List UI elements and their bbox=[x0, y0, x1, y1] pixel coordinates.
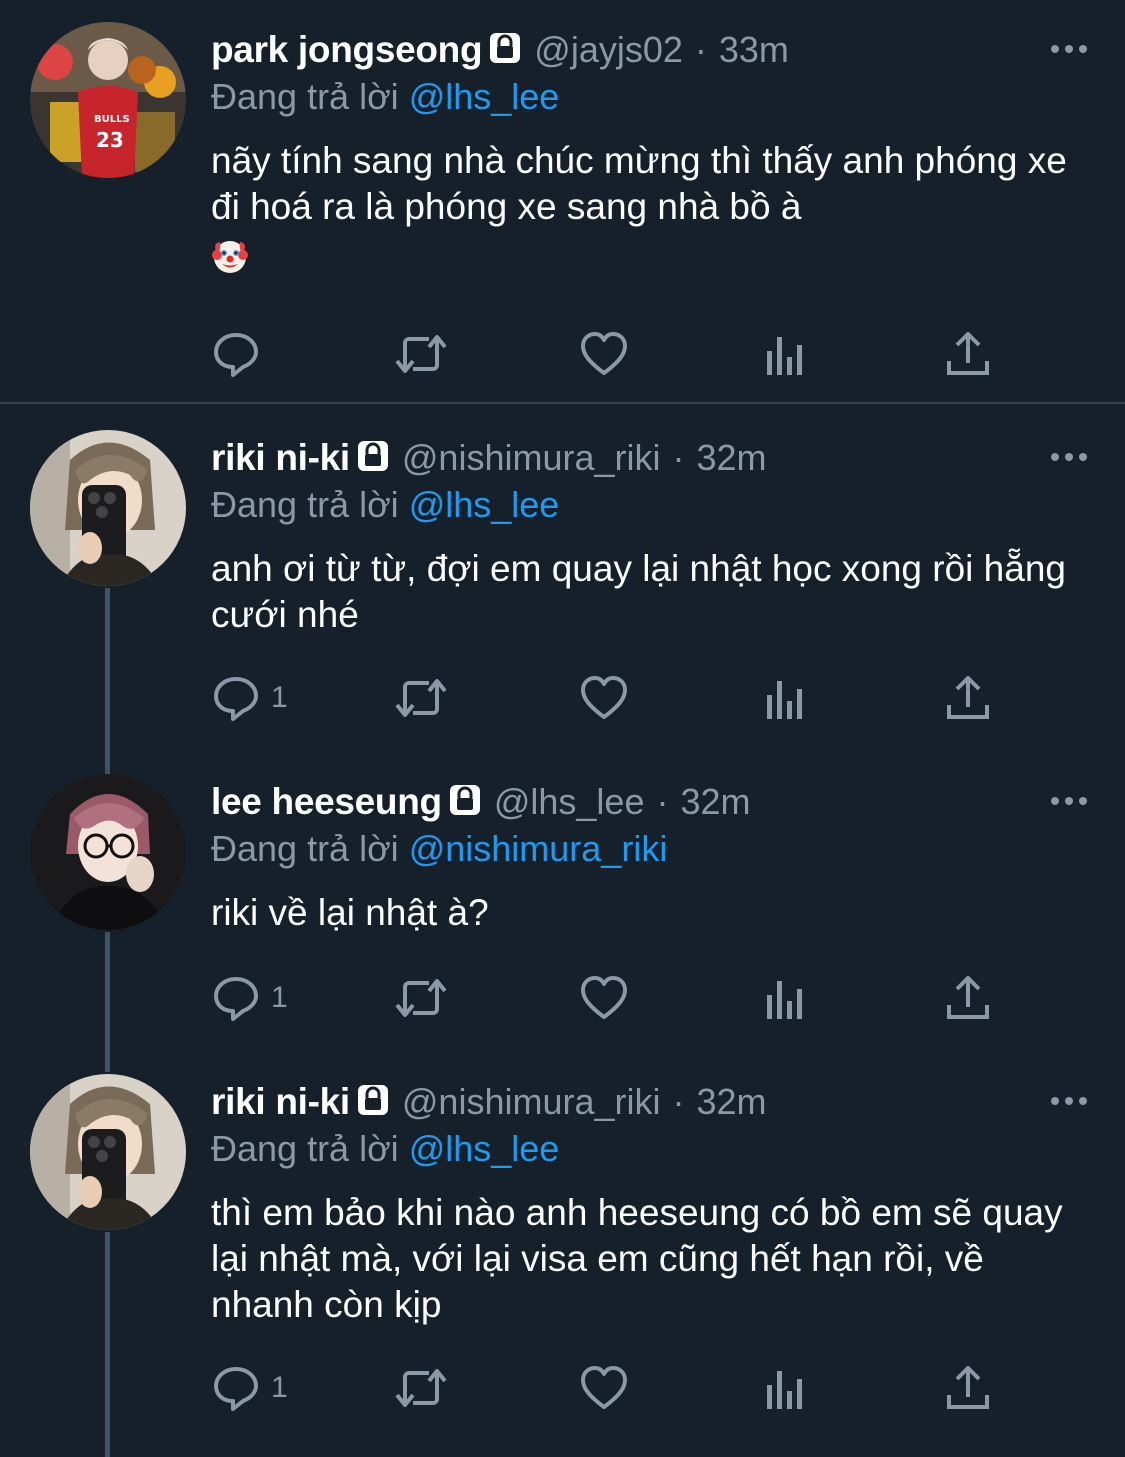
tweet-text: thì em bảo khi nào anh heeseung có bồ em… bbox=[211, 1192, 1063, 1325]
dot-separator: · bbox=[694, 29, 707, 70]
reply-button[interactable]: 1 bbox=[211, 670, 288, 726]
reply-count: 1 bbox=[271, 981, 288, 1014]
reply-button[interactable]: 1 bbox=[211, 970, 288, 1026]
replying-to: Đang trả lời @lhs_lee bbox=[211, 76, 559, 124]
retweet-button[interactable] bbox=[393, 670, 449, 726]
lock-icon bbox=[488, 31, 522, 70]
analytics-icon bbox=[763, 1363, 809, 1413]
dot-separator: · bbox=[672, 437, 685, 478]
analytics-icon bbox=[763, 673, 809, 723]
user-handle[interactable]: @nishimura_riki bbox=[402, 1081, 661, 1123]
heart-icon bbox=[579, 973, 629, 1023]
retweet-button[interactable] bbox=[393, 326, 449, 382]
share-button[interactable] bbox=[945, 1360, 991, 1416]
tweet-text: riki về lại nhật à? bbox=[211, 892, 489, 933]
replying-to: Đang trả lời @nishimura_riki bbox=[211, 828, 667, 876]
share-icon bbox=[945, 673, 991, 723]
timestamp[interactable]: 32m bbox=[680, 781, 750, 823]
like-button[interactable] bbox=[579, 670, 629, 726]
retweet-button[interactable] bbox=[393, 970, 449, 1026]
mention-link[interactable]: @lhs_lee bbox=[409, 76, 560, 117]
user-handle[interactable]: @jayjs02 bbox=[534, 29, 683, 71]
avatar[interactable]: BULLS 23 bbox=[30, 22, 186, 178]
retweet-icon bbox=[393, 673, 449, 723]
display-name[interactable]: riki ni-ki bbox=[211, 1081, 350, 1123]
more-options-icon[interactable] bbox=[1049, 1094, 1089, 1106]
share-icon bbox=[945, 973, 991, 1023]
timestamp[interactable]: 33m bbox=[719, 29, 789, 71]
heart-icon bbox=[579, 1363, 629, 1413]
views-button[interactable] bbox=[763, 970, 809, 1026]
tweet-body: nãy tính sang nhà chúc mừng thì thấy anh… bbox=[211, 140, 1067, 227]
reply-icon bbox=[211, 1363, 261, 1413]
like-button[interactable] bbox=[579, 326, 629, 382]
reply-icon bbox=[211, 973, 261, 1023]
avatar[interactable] bbox=[30, 774, 186, 930]
tweet[interactable]: lee heeseung @lhs_lee · 32m Đang trả lời… bbox=[0, 748, 1125, 1048]
action-bar bbox=[211, 326, 1011, 382]
tweet[interactable]: riki ni-ki @nishimura_riki · 32m Đang tr… bbox=[0, 404, 1125, 746]
display-name[interactable]: park jongseong bbox=[211, 29, 483, 71]
views-button[interactable] bbox=[763, 670, 809, 726]
replying-to-label: Đang trả lời bbox=[211, 76, 399, 117]
share-button[interactable] bbox=[945, 326, 991, 382]
views-button[interactable] bbox=[763, 326, 809, 382]
replying-to: Đang trả lời @lhs_lee bbox=[211, 484, 559, 532]
more-options-icon[interactable] bbox=[1049, 450, 1089, 462]
dot-separator: · bbox=[656, 781, 669, 822]
svg-text:BULLS: BULLS bbox=[94, 114, 130, 125]
replying-to: Đang trả lời @lhs_lee bbox=[211, 1128, 559, 1176]
dot-separator: · bbox=[672, 1081, 685, 1122]
tweet-text: anh ơi từ từ, đợi em quay lại nhật học x… bbox=[211, 548, 1066, 635]
more-options-icon[interactable] bbox=[1049, 42, 1089, 54]
share-button[interactable] bbox=[945, 970, 991, 1026]
reply-button[interactable]: 1 bbox=[211, 1360, 288, 1416]
mention-link[interactable]: @lhs_lee bbox=[409, 1128, 560, 1169]
user-handle[interactable]: @lhs_lee bbox=[494, 781, 645, 823]
avatar[interactable] bbox=[30, 430, 186, 586]
retweet-icon bbox=[393, 1363, 449, 1413]
like-button[interactable] bbox=[579, 970, 629, 1026]
more-options-icon[interactable] bbox=[1049, 794, 1089, 806]
lock-icon bbox=[356, 1083, 390, 1122]
reply-count: 1 bbox=[271, 1371, 288, 1404]
reply-button[interactable] bbox=[211, 326, 271, 382]
display-name[interactable]: riki ni-ki bbox=[211, 437, 350, 479]
clown-face-icon bbox=[211, 237, 249, 286]
display-name[interactable]: lee heeseung bbox=[211, 781, 442, 823]
lock-icon bbox=[448, 783, 482, 822]
retweet-icon bbox=[393, 329, 449, 379]
heart-icon bbox=[579, 673, 629, 723]
user-handle[interactable]: @nishimura_riki bbox=[402, 437, 661, 479]
action-bar: 1 bbox=[211, 1360, 1011, 1416]
mention-link[interactable]: @lhs_lee bbox=[409, 484, 560, 525]
analytics-icon bbox=[763, 973, 809, 1023]
timestamp[interactable]: 32m bbox=[697, 437, 767, 479]
action-bar: 1 bbox=[211, 670, 1011, 726]
replying-to-label: Đang trả lời bbox=[211, 1128, 399, 1169]
action-bar: 1 bbox=[211, 970, 1011, 1026]
retweet-button[interactable] bbox=[393, 1360, 449, 1416]
tweet-text: nãy tính sang nhà chúc mừng thì thấy anh… bbox=[211, 138, 1091, 282]
share-button[interactable] bbox=[945, 670, 991, 726]
avatar[interactable] bbox=[30, 1074, 186, 1230]
timestamp[interactable]: 32m bbox=[697, 1081, 767, 1123]
tweet[interactable]: BULLS 23 park jongseong @jayjs02 · 33m Đ… bbox=[0, 0, 1125, 402]
heart-icon bbox=[579, 329, 629, 379]
replying-to-label: Đang trả lời bbox=[211, 484, 399, 525]
retweet-icon bbox=[393, 973, 449, 1023]
tweet[interactable]: riki ni-ki @nishimura_riki · 32m Đang tr… bbox=[0, 1048, 1125, 1457]
svg-text:23: 23 bbox=[96, 128, 124, 152]
replying-to-label: Đang trả lời bbox=[211, 828, 399, 869]
analytics-icon bbox=[763, 329, 809, 379]
share-icon bbox=[945, 1363, 991, 1413]
share-icon bbox=[945, 329, 991, 379]
lock-icon bbox=[356, 439, 390, 478]
reply-count: 1 bbox=[271, 681, 288, 714]
reply-icon bbox=[211, 673, 261, 723]
mention-link[interactable]: @nishimura_riki bbox=[409, 828, 668, 869]
views-button[interactable] bbox=[763, 1360, 809, 1416]
reply-icon bbox=[211, 329, 261, 379]
like-button[interactable] bbox=[579, 1360, 629, 1416]
